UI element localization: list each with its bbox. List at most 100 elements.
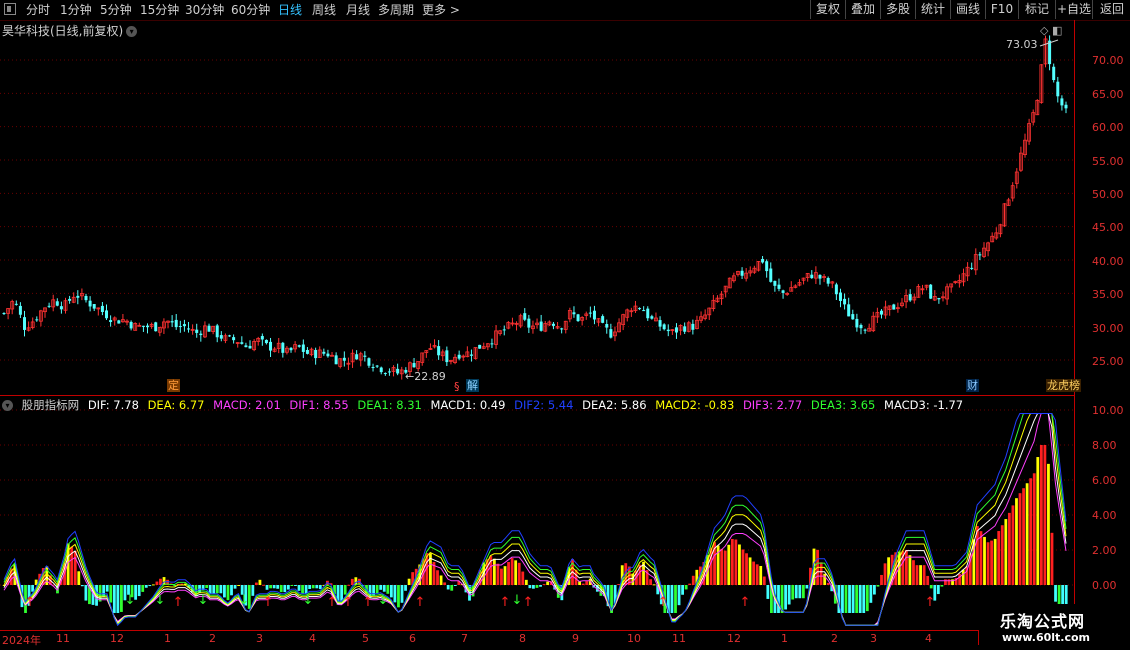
indicator-name[interactable]: 股朋指标网 bbox=[22, 398, 80, 412]
macd-histogram-bar bbox=[507, 562, 510, 585]
price-axis-label: 40.00 bbox=[1092, 255, 1124, 268]
event-marker-ding[interactable]: 定 bbox=[167, 379, 180, 392]
price-axis-line bbox=[1074, 20, 1075, 630]
indicator-axis-label: 10.00 bbox=[1092, 404, 1124, 417]
event-marker-cai[interactable]: 财 bbox=[966, 379, 979, 392]
chevron-down-icon[interactable]: ▾ bbox=[2, 400, 13, 411]
indicator-value: DIF3: 2.77 bbox=[742, 398, 803, 412]
macd-histogram-bar bbox=[990, 540, 994, 585]
macd-histogram-bar bbox=[283, 585, 287, 593]
macd-histogram-bar bbox=[826, 582, 830, 585]
macd-histogram-bar bbox=[315, 585, 319, 589]
macd-histogram-bar bbox=[226, 585, 230, 601]
indicator-value: DIF: 7.78 bbox=[87, 398, 139, 412]
indicator-header: ▾ 股朋指标网 DIF: 7.78 DEA: 6.77 MACD: 2.01 D… bbox=[2, 397, 968, 413]
macd-histogram-bar bbox=[397, 585, 400, 608]
macd-histogram-bar bbox=[272, 585, 276, 589]
macd-histogram-bar bbox=[919, 565, 922, 585]
event-marker-longhubang[interactable]: 龙虎榜 bbox=[1046, 379, 1081, 392]
macd-histogram-bar bbox=[855, 585, 859, 613]
macd-histogram-bar bbox=[652, 584, 656, 586]
macd-histogram-bar bbox=[276, 585, 280, 589]
macd-histogram-bar bbox=[858, 585, 862, 613]
macd-histogram-bar bbox=[1050, 532, 1054, 585]
macd-histogram-bar bbox=[141, 585, 145, 592]
macd-histogram-bar bbox=[912, 560, 915, 585]
macd-histogram-bar bbox=[400, 585, 404, 603]
macd-histogram-bar bbox=[805, 585, 809, 589]
macd-histogram-bar bbox=[883, 563, 887, 585]
macd-histogram-bar bbox=[1025, 483, 1029, 585]
macd-histogram-bar bbox=[684, 585, 688, 590]
signal-arrow: ↑ bbox=[658, 595, 669, 610]
signal-arrow: ↑ bbox=[500, 595, 511, 610]
macd-histogram-bar bbox=[230, 585, 233, 596]
min-price-value: 22.89 bbox=[414, 370, 446, 383]
macd-histogram-bar bbox=[162, 577, 166, 585]
event-marker-jie[interactable]: 解 bbox=[466, 379, 479, 392]
macd-histogram-bar bbox=[794, 585, 798, 599]
macd-histogram-bar bbox=[1036, 457, 1040, 585]
macd-histogram-bar bbox=[205, 585, 209, 588]
macd-histogram-bar bbox=[347, 584, 351, 586]
macd-histogram-bar bbox=[691, 575, 695, 585]
macd-histogram-bar bbox=[1043, 445, 1047, 585]
macd-histogram-bar bbox=[581, 583, 585, 585]
indicator-value: DEA1: 8.31 bbox=[357, 398, 422, 412]
macd-histogram-bar bbox=[1047, 463, 1050, 585]
date-label: 10 bbox=[627, 632, 641, 645]
macd-histogram-bar bbox=[120, 585, 123, 612]
macd-histogram-bar bbox=[436, 570, 439, 585]
macd-histogram-bar bbox=[904, 549, 908, 585]
min-price-label: ←22.89 bbox=[405, 370, 446, 383]
macd-histogram-bar bbox=[649, 579, 653, 585]
macd-histogram-bar bbox=[1054, 585, 1057, 602]
macd-histogram-bar bbox=[869, 585, 873, 603]
macd-histogram-bar bbox=[1018, 493, 1022, 585]
macd-histogram-bar bbox=[862, 585, 866, 613]
macd-histogram-bar bbox=[105, 585, 109, 592]
macd-histogram-bar bbox=[290, 585, 294, 586]
date-label: 1 bbox=[781, 632, 788, 645]
macd-histogram-bar bbox=[407, 578, 411, 585]
event-marker-dot[interactable]: § bbox=[454, 380, 460, 393]
macd-histogram-bar bbox=[1007, 512, 1011, 585]
macd-histogram-bar bbox=[112, 585, 116, 613]
macd-histogram-bar bbox=[251, 585, 255, 596]
macd-histogram-bar bbox=[983, 536, 986, 585]
watermark-title: 乐淘公式网 bbox=[1000, 612, 1086, 631]
macd-histogram-bar bbox=[215, 585, 219, 594]
macd-histogram-bar bbox=[453, 585, 457, 586]
date-label: 4 bbox=[309, 632, 316, 645]
signal-arrow: ↓ bbox=[239, 593, 250, 608]
macd-histogram-bar bbox=[819, 562, 823, 585]
macd-histogram-bar bbox=[759, 565, 763, 585]
price-axis-label: 60.00 bbox=[1092, 121, 1124, 134]
macd-histogram-bar bbox=[823, 573, 827, 585]
signal-arrow: ↑ bbox=[173, 595, 184, 610]
macd-histogram-bar bbox=[677, 585, 681, 606]
macd-histogram-bar bbox=[308, 585, 312, 590]
back-button[interactable]: 返回 bbox=[1092, 0, 1130, 19]
signal-arrow: ↑ bbox=[740, 595, 751, 610]
macd-histogram-bar bbox=[528, 585, 532, 589]
macd-histogram-bar bbox=[294, 585, 297, 586]
macd-histogram-bar bbox=[262, 584, 265, 586]
macd-histogram-bar bbox=[137, 585, 141, 597]
date-label: 7 bbox=[461, 632, 468, 645]
macd-histogram-bar bbox=[258, 579, 262, 585]
indicator-chart: ↑ ↓ ↓ ↑ ↓ ↓ ↑ ↓ ↑ ↑ ↑ ↓ ↑ ↑ ↓ ↑ ↑ ↑ ↑ bbox=[0, 409, 1074, 627]
date-label: 2 bbox=[831, 632, 838, 645]
macd-histogram-bar bbox=[517, 562, 521, 585]
macd-histogram-bar bbox=[116, 585, 120, 613]
indicator-axis-label: 6.00 bbox=[1092, 474, 1117, 487]
macd-histogram-bar bbox=[876, 585, 880, 587]
macd-histogram-bar bbox=[926, 575, 930, 585]
macd-histogram-bar bbox=[851, 585, 855, 613]
macd-histogram-bar bbox=[492, 558, 496, 585]
macd-histogram-bar bbox=[762, 576, 766, 585]
indicator-value: DEA2: 5.86 bbox=[582, 398, 647, 412]
indicator-value: DEA3: 3.65 bbox=[810, 398, 876, 412]
macd-histogram-bar bbox=[84, 585, 88, 601]
signal-arrow: ↑ bbox=[25, 595, 36, 610]
